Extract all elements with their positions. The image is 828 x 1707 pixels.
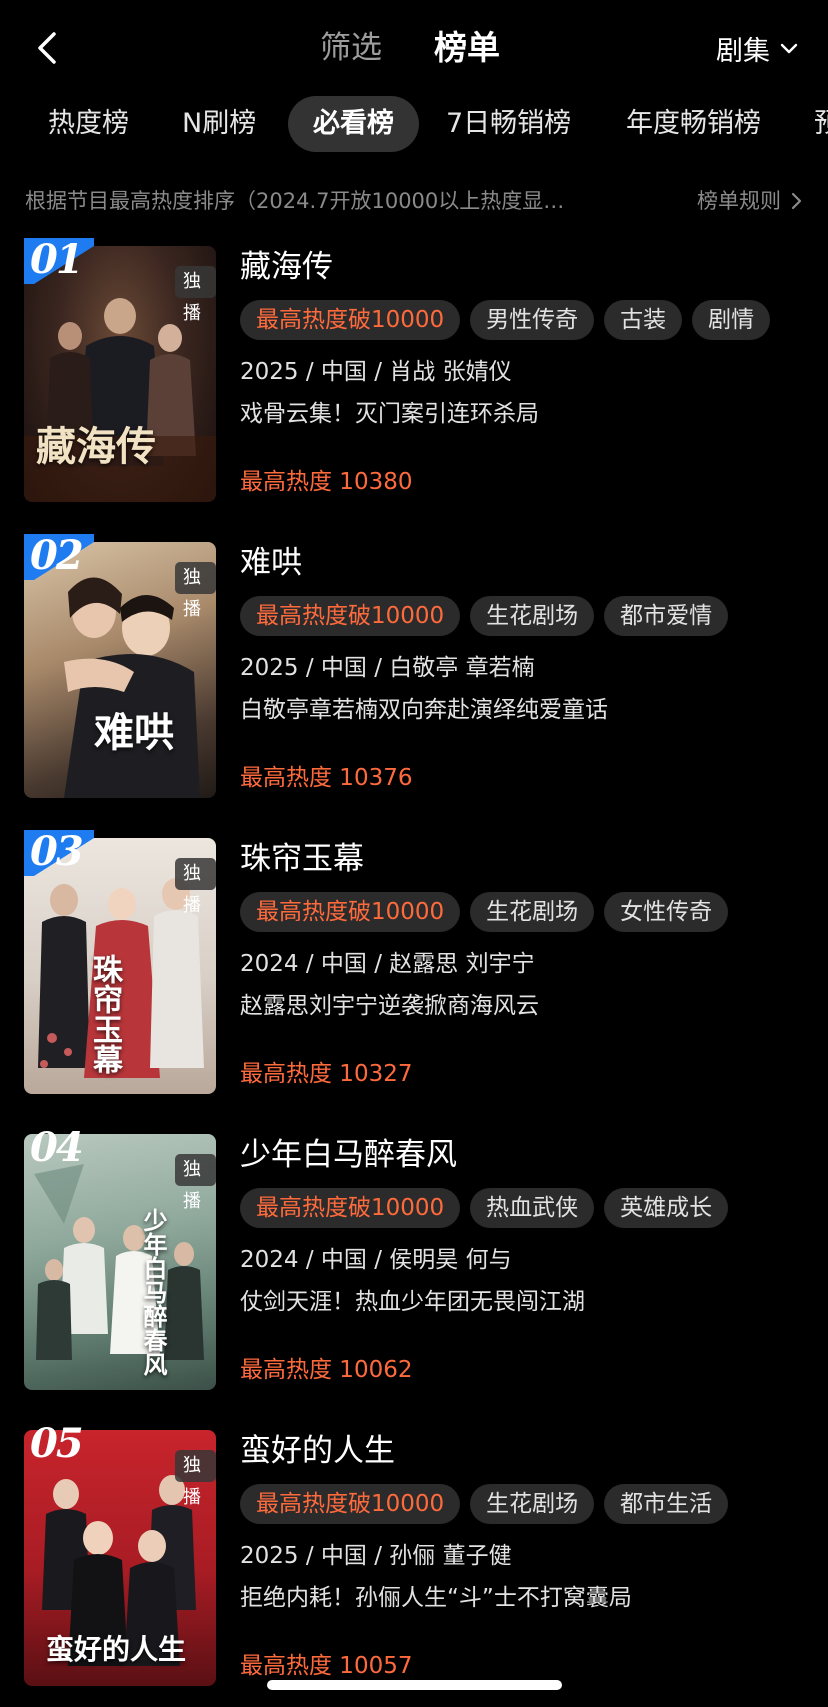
- rank-tab-7day-bestseller[interactable]: 7日畅销榜: [446, 96, 571, 152]
- tag: 生花剧场: [470, 892, 595, 932]
- home-indicator[interactable]: [267, 1680, 562, 1690]
- exclusive-badge: 独播: [175, 858, 216, 916]
- ranking-rules-label: 榜单规则: [697, 189, 781, 213]
- show-title[interactable]: 藏海传: [240, 246, 333, 288]
- exclusive-badge: 独播: [175, 266, 216, 324]
- tag: 英雄成长: [604, 1188, 729, 1228]
- show-meta: 2024 / 中国 / 侯明昊 何与: [240, 1247, 512, 1273]
- poster-title-art: 难哄: [94, 709, 174, 756]
- category-label: 剧集: [716, 35, 770, 67]
- tag-heat: 最高热度破10000: [240, 892, 461, 932]
- rank-number: 04: [30, 1124, 84, 1171]
- chevron-left-icon: [38, 32, 56, 64]
- tag: 热血武侠: [470, 1188, 595, 1228]
- tag-list: 最高热度破10000 生花剧场 女性传奇: [240, 892, 729, 932]
- rank-badge: 02: [14, 532, 94, 580]
- peak-heat: 最高热度 10062: [240, 1357, 413, 1383]
- peak-heat: 最高热度 10057: [240, 1653, 413, 1679]
- tag: 男性传奇: [470, 300, 595, 340]
- tag-list: 最高热度破10000 生花剧场 都市生活: [240, 1484, 729, 1524]
- list-item[interactable]: 珠帘玉幕 独播 03 珠帘玉幕 最高热度破10000 生花剧场 女性传奇 202…: [0, 828, 828, 1100]
- peak-heat: 最高热度 10376: [240, 765, 413, 791]
- ranking-rules-link[interactable]: 榜单规则: [697, 181, 803, 221]
- list-item[interactable]: 难哄 独播 02 难哄 最高热度破10000 生花剧场 都市爱情 2025 / …: [0, 532, 828, 804]
- rank-number: 01: [30, 236, 84, 283]
- tag: 剧情: [692, 300, 771, 340]
- poster-title-art: 蛮好的人生: [46, 1633, 187, 1666]
- show-title[interactable]: 少年白马醉春风: [240, 1134, 457, 1176]
- tag-heat: 最高热度破10000: [240, 596, 461, 636]
- show-title[interactable]: 难哄: [240, 542, 302, 584]
- exclusive-badge: 独播: [175, 562, 216, 620]
- show-description: 赵露思刘宇宁逆袭掀商海风云: [240, 993, 539, 1019]
- list-item[interactable]: 少年白马醉春风 独播 04 少年白马醉春风 最高热度破10000 热血武侠 英雄…: [0, 1124, 828, 1396]
- rank-badge: 05: [14, 1420, 94, 1468]
- chevron-down-icon: [780, 43, 798, 54]
- tag-heat: 最高热度破10000: [240, 1188, 461, 1228]
- show-title[interactable]: 珠帘玉幕: [240, 838, 364, 880]
- show-meta: 2024 / 中国 / 赵露思 刘宇宁: [240, 951, 535, 977]
- rank-tabs: 热度榜 N刷榜 必看榜 7日畅销榜 年度畅销榜 预: [0, 96, 828, 156]
- tag: 古装: [604, 300, 683, 340]
- rank-badge: 04: [14, 1124, 94, 1172]
- tag: 都市爱情: [604, 596, 729, 636]
- show-title[interactable]: 蛮好的人生: [240, 1430, 395, 1472]
- back-button[interactable]: [28, 26, 68, 70]
- ranking-rule-description: 根据节目最高热度排序（2024.7开放10000以上热度显…: [25, 189, 565, 213]
- top-bar: 筛选 榜单 剧集: [0, 0, 828, 96]
- exclusive-badge: 独播: [175, 1450, 216, 1508]
- rank-tab-must-watch[interactable]: 必看榜: [288, 96, 419, 152]
- peak-heat: 最高热度 10327: [240, 1061, 413, 1087]
- show-description: 仗剑天涯！热血少年团无畏闯江湖: [240, 1289, 585, 1315]
- show-meta: 2025 / 中国 / 肖战 张婧仪: [240, 359, 512, 385]
- rank-tab-nshua[interactable]: N刷榜: [182, 96, 256, 152]
- rank-tab-annual-bestseller[interactable]: 年度畅销榜: [626, 96, 761, 152]
- exclusive-badge: 独播: [175, 1154, 216, 1212]
- show-description: 拒绝内耗！孙俪人生“斗”士不打窝囊局: [240, 1585, 632, 1611]
- tag: 都市生活: [604, 1484, 729, 1524]
- show-description: 白敬亭章若楠双向奔赴演绎纯爱童话: [240, 697, 608, 723]
- tag-heat: 最高热度破10000: [240, 1484, 461, 1524]
- list-item[interactable]: 蛮好的人生 独播 05 蛮好的人生 最高热度破10000 生花剧场 都市生活 2…: [0, 1420, 828, 1692]
- rank-number: 03: [30, 828, 84, 875]
- category-dropdown[interactable]: 剧集: [716, 26, 800, 70]
- poster-image[interactable]: 蛮好的人生 独播: [24, 1430, 216, 1686]
- rank-badge: 01: [14, 236, 94, 284]
- chevron-right-icon: [791, 192, 802, 210]
- poster-image[interactable]: 藏海传 独播: [24, 246, 216, 502]
- tag: 生花剧场: [470, 596, 595, 636]
- tag-list: 最高热度破10000 生花剧场 都市爱情: [240, 596, 729, 636]
- tag-heat: 最高热度破10000: [240, 300, 461, 340]
- rank-tab-hot[interactable]: 热度榜: [48, 96, 129, 152]
- tab-ranking[interactable]: 榜单: [434, 26, 500, 70]
- show-description: 戏骨云集！灭门案引连环杀局: [240, 401, 539, 427]
- rank-tab-upcoming[interactable]: 预: [814, 96, 828, 152]
- poster-image[interactable]: 难哄 独播: [24, 542, 216, 798]
- poster-title-art: 珠帘玉幕: [87, 954, 122, 1074]
- tag-list: 最高热度破10000 男性传奇 古装 剧情: [240, 300, 771, 340]
- tag: 女性传奇: [604, 892, 729, 932]
- poster-title-art: 藏海传: [36, 423, 156, 470]
- tag-list: 最高热度破10000 热血武侠 英雄成长: [240, 1188, 729, 1228]
- rank-badge: 03: [14, 828, 94, 876]
- show-meta: 2025 / 中国 / 白敬亭 章若楠: [240, 655, 535, 681]
- poster-image[interactable]: 少年白马醉春风 独播: [24, 1134, 216, 1390]
- poster-title-art: 少年白马醉春风: [139, 1208, 168, 1376]
- ranking-rule-bar: 根据节目最高热度排序（2024.7开放10000以上热度显… 榜单规则: [25, 181, 803, 221]
- rank-number: 02: [30, 532, 84, 579]
- tag: 生花剧场: [470, 1484, 595, 1524]
- rank-number: 05: [30, 1420, 84, 1467]
- peak-heat: 最高热度 10380: [240, 469, 413, 495]
- poster-image[interactable]: 珠帘玉幕 独播: [24, 838, 216, 1094]
- tab-filter[interactable]: 筛选: [320, 26, 382, 70]
- show-meta: 2025 / 中国 / 孙俪 董子健: [240, 1543, 512, 1569]
- list-item[interactable]: 藏海传 独播 01 藏海传 最高热度破10000 男性传奇 古装 剧情 2025…: [0, 236, 828, 508]
